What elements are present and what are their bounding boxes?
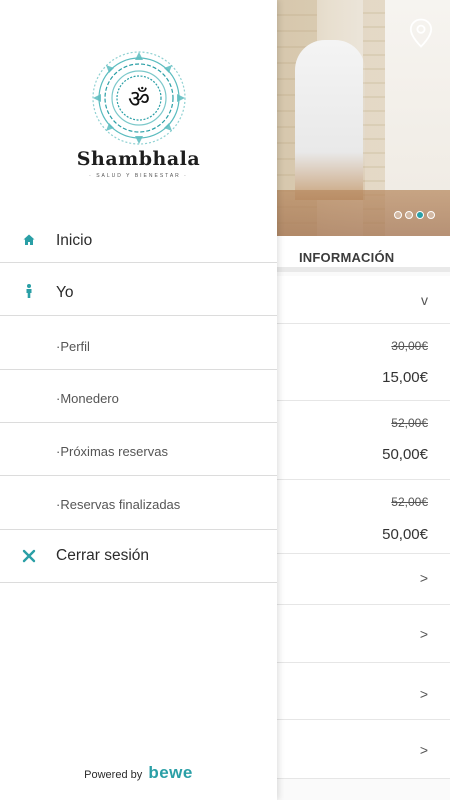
menu-item-cerrar-sesion[interactable]: Cerrar sesión <box>0 530 277 583</box>
chevron-right-icon: > <box>419 742 428 758</box>
new-price: 50,00€ <box>382 526 428 543</box>
navigation-drawer: ॐ Shambhala · SALUD Y BIENESTAR · Inicio… <box>0 0 277 800</box>
close-icon <box>22 549 36 563</box>
shambhala-mandala-logo: ॐ <box>92 51 186 145</box>
om-symbol: ॐ <box>128 85 150 113</box>
list-row[interactable]: > <box>277 554 450 605</box>
carousel-dot[interactable] <box>394 211 402 219</box>
submenu-item-monedero[interactable]: ·Monedero <box>0 370 277 423</box>
menu-label: Cerrar sesión <box>56 547 150 564</box>
list-row[interactable]: > <box>277 663 450 720</box>
menu-label: Inicio <box>56 232 93 249</box>
chevron-right-icon: > <box>419 686 428 702</box>
brand-tagline: · SALUD Y BIENESTAR · <box>89 173 188 179</box>
chevron-right-icon: > <box>419 626 428 642</box>
old-price: 52,00€ <box>391 495 428 509</box>
home-icon <box>23 234 35 245</box>
carousel-indicator <box>394 211 435 219</box>
service-price-row[interactable]: 30,00€ 15,00€ <box>277 324 450 401</box>
new-price: 50,00€ <box>382 446 428 463</box>
menu-item-inicio[interactable]: Inicio <box>0 215 277 263</box>
old-price: 52,00€ <box>391 416 428 430</box>
carousel-dot-active[interactable] <box>416 211 424 219</box>
submenu-label: ·Perfil <box>56 339 90 354</box>
list-row[interactable]: > <box>277 605 450 663</box>
submenu-label: ·Próximas reservas <box>56 444 168 459</box>
submenu-item-proximas-reservas[interactable]: ·Próximas reservas <box>0 423 277 476</box>
submenu-item-perfil[interactable]: ·Perfil <box>0 316 277 370</box>
service-price-row[interactable]: 52,00€ 50,00€ <box>277 401 450 480</box>
person-icon <box>26 284 32 298</box>
section-title-informacion: INFORMACIÓN <box>277 236 450 272</box>
submenu-label: ·Reservas finalizadas <box>56 497 181 512</box>
new-price: 15,00€ <box>382 369 428 386</box>
submenu-label: ·Monedero <box>56 391 119 406</box>
powered-by-footer[interactable]: Powered by bewe <box>0 763 277 783</box>
chevron-down-icon: v <box>421 292 428 308</box>
bewe-logo: bewe <box>148 763 193 782</box>
old-price: 30,00€ <box>391 339 428 353</box>
list-row[interactable]: > <box>277 720 450 779</box>
menu-label: Yo <box>56 284 74 301</box>
location-pin-icon[interactable] <box>409 18 433 48</box>
service-price-row[interactable]: 52,00€ 50,00€ <box>277 480 450 554</box>
info-expand-row[interactable]: v <box>277 276 450 324</box>
carousel-dot[interactable] <box>427 211 435 219</box>
submenu-item-reservas-finalizadas[interactable]: ·Reservas finalizadas <box>0 476 277 530</box>
brand-name: Shambhala <box>76 148 201 170</box>
menu-item-yo[interactable]: Yo <box>0 263 277 316</box>
chevron-right-icon: > <box>419 570 428 586</box>
carousel-dot[interactable] <box>405 211 413 219</box>
powered-by-text: Powered by <box>84 769 143 781</box>
